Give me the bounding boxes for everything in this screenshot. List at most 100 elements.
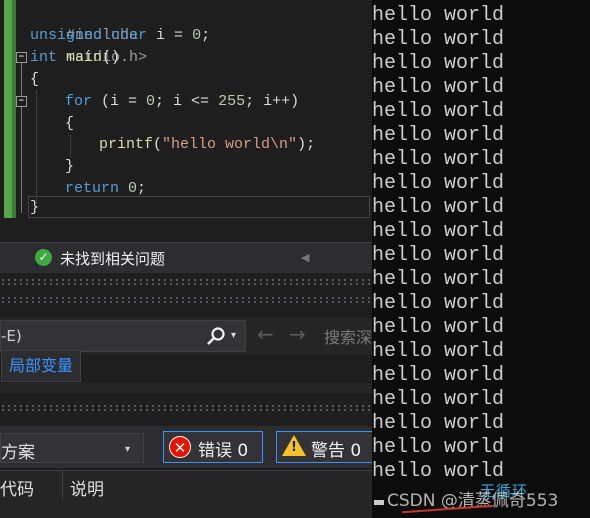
code-line-printf[interactable]: printf("hello world\n"); — [99, 134, 315, 156]
search-icon[interactable] — [206, 326, 226, 346]
column-header-description[interactable]: 说明 — [70, 475, 104, 500]
scope-dropdown-value: 方案 — [1, 443, 35, 463]
function-name-main: main — [57, 49, 103, 66]
indent-guide-inner — [70, 135, 71, 157]
search-input[interactable]: -E) ▾ — [0, 320, 246, 352]
change-tracking-bar — [4, 0, 12, 218]
console-line: hello world — [372, 76, 505, 99]
brace: } — [65, 158, 75, 175]
arrow-left-icon[interactable]: ← — [257, 322, 274, 346]
warnings-count-label: 警告 0 — [311, 441, 362, 461]
code-line-close-brace[interactable]: } — [30, 197, 39, 219]
error-list-toolbar: 方案 ▾ ✕ 错误 0 ! 警告 0 — [0, 426, 372, 468]
parens: () — [102, 49, 121, 66]
code-line-open-brace[interactable]: { — [30, 69, 39, 91]
locals-search-toolbar: -E) ▾ ← → 搜索深 — [0, 318, 372, 354]
check-glyph: ✓ — [38, 250, 49, 264]
search-input-text: -E) — [1, 327, 22, 345]
issues-status-bar: ✓ 未找到相关问题 ◀ — [0, 242, 372, 273]
error-circle-icon: ✕ — [169, 436, 191, 458]
console-line: hello world — [372, 340, 505, 363]
triangle-left-icon[interactable]: ◀ — [301, 251, 309, 264]
code-line-include[interactable]: #include <stdio.h> — [30, 3, 147, 66]
console-output: hello world hello world hello world hello w… — [372, 4, 504, 484]
for-increment: ; i++) — [245, 93, 300, 110]
chevron-down-icon[interactable]: ▾ — [231, 330, 236, 341]
console-line: hello world — [372, 436, 505, 459]
fold-toggle-for[interactable]: − — [16, 96, 27, 107]
code-line-for[interactable]: for (i = 0; i <= 255; i++) — [65, 91, 299, 113]
brace: } — [30, 199, 40, 216]
console-line: hello world — [372, 196, 505, 219]
number-literal: 0 — [192, 27, 202, 44]
check-circle-icon: ✓ — [35, 249, 52, 266]
keyword-int: int — [30, 49, 58, 66]
number-literal: 0 — [146, 93, 156, 110]
x-glyph: ✕ — [173, 439, 187, 457]
paren-close: ); — [297, 136, 316, 153]
panel-grip[interactable] — [0, 278, 372, 286]
console-line: hello world — [372, 292, 505, 315]
console-line: hello world — [372, 100, 505, 123]
console-line: hello world — [372, 52, 505, 75]
console-line: hello world — [372, 388, 505, 411]
code-editor[interactable]: #include <stdio.h> unsigned char i = 0; … — [0, 0, 372, 240]
console-line: hello world — [372, 4, 505, 27]
console-line: hello world — [372, 124, 505, 147]
change-tracking-highlight — [12, 0, 16, 218]
brace: { — [65, 115, 75, 132]
console-line: hello world — [372, 316, 505, 339]
console-line: hello world — [372, 268, 505, 291]
code-line-for-open[interactable]: { — [65, 113, 74, 135]
keyword-return: return — [65, 180, 120, 197]
errors-filter-button[interactable]: ✕ 错误 0 — [163, 431, 263, 463]
code-line-for-close[interactable]: } — [65, 156, 74, 178]
fold-toggle-main[interactable]: − — [16, 52, 27, 63]
keyword-unsigned: unsigned — [30, 27, 103, 44]
error-list-header-row: 代码 说明 — [0, 470, 372, 501]
exclamation-glyph: ! — [291, 440, 297, 455]
keyword-char: char — [111, 27, 148, 44]
error-list-body — [0, 500, 372, 518]
scope-dropdown[interactable]: 方案 ▾ — [0, 433, 144, 463]
tab-locals[interactable]: 局部变量 — [1, 350, 82, 382]
console-line: hello world — [372, 244, 505, 267]
code-line-main[interactable]: int main() — [30, 47, 120, 69]
semicolon: ; — [201, 27, 211, 44]
current-line-highlight — [28, 196, 370, 218]
locals-window-body — [0, 383, 372, 393]
code-line-declaration[interactable]: unsigned char i = 0; — [30, 25, 210, 47]
function-name-printf: printf — [99, 136, 154, 153]
column-header-code[interactable]: 代码 — [0, 475, 34, 500]
console-cursor — [374, 500, 384, 505]
search-depth-label[interactable]: 搜索深 — [324, 324, 372, 348]
console-line: hello world — [372, 412, 505, 435]
console-window[interactable]: hello world hello world hello world hello w… — [372, 0, 590, 518]
panel-grip[interactable] — [0, 404, 372, 412]
chevron-down-icon: ▾ — [125, 444, 131, 455]
brace: { — [30, 71, 40, 88]
number-literal: 255 — [218, 93, 246, 110]
for-condition: ; i <= — [155, 93, 219, 110]
console-line: hello world — [372, 364, 505, 387]
console-line: hello world — [372, 172, 505, 195]
keyword-for: for — [65, 93, 93, 110]
declaration-text: i = — [147, 27, 193, 44]
paren-open: ( — [153, 136, 163, 153]
console-line: hello world — [372, 220, 505, 243]
panel-grip[interactable] — [0, 296, 372, 304]
issues-status-text: 未找到相关问题 — [60, 250, 166, 268]
string-literal: "hello world\n" — [162, 136, 298, 153]
errors-count-label: 错误 0 — [198, 441, 249, 461]
fold-minus-icon: − — [18, 96, 25, 106]
console-line: hello world — [372, 148, 505, 171]
arrow-right-icon[interactable]: → — [289, 322, 306, 346]
number-literal: 0 — [128, 180, 138, 197]
fold-minus-icon: − — [18, 52, 25, 62]
semicolon: ; — [137, 180, 147, 197]
column-divider[interactable] — [62, 471, 63, 501]
fold-line-main — [21, 63, 22, 213]
indent-guide — [36, 91, 37, 203]
warnings-filter-button[interactable]: ! 警告 0 — [276, 431, 372, 463]
